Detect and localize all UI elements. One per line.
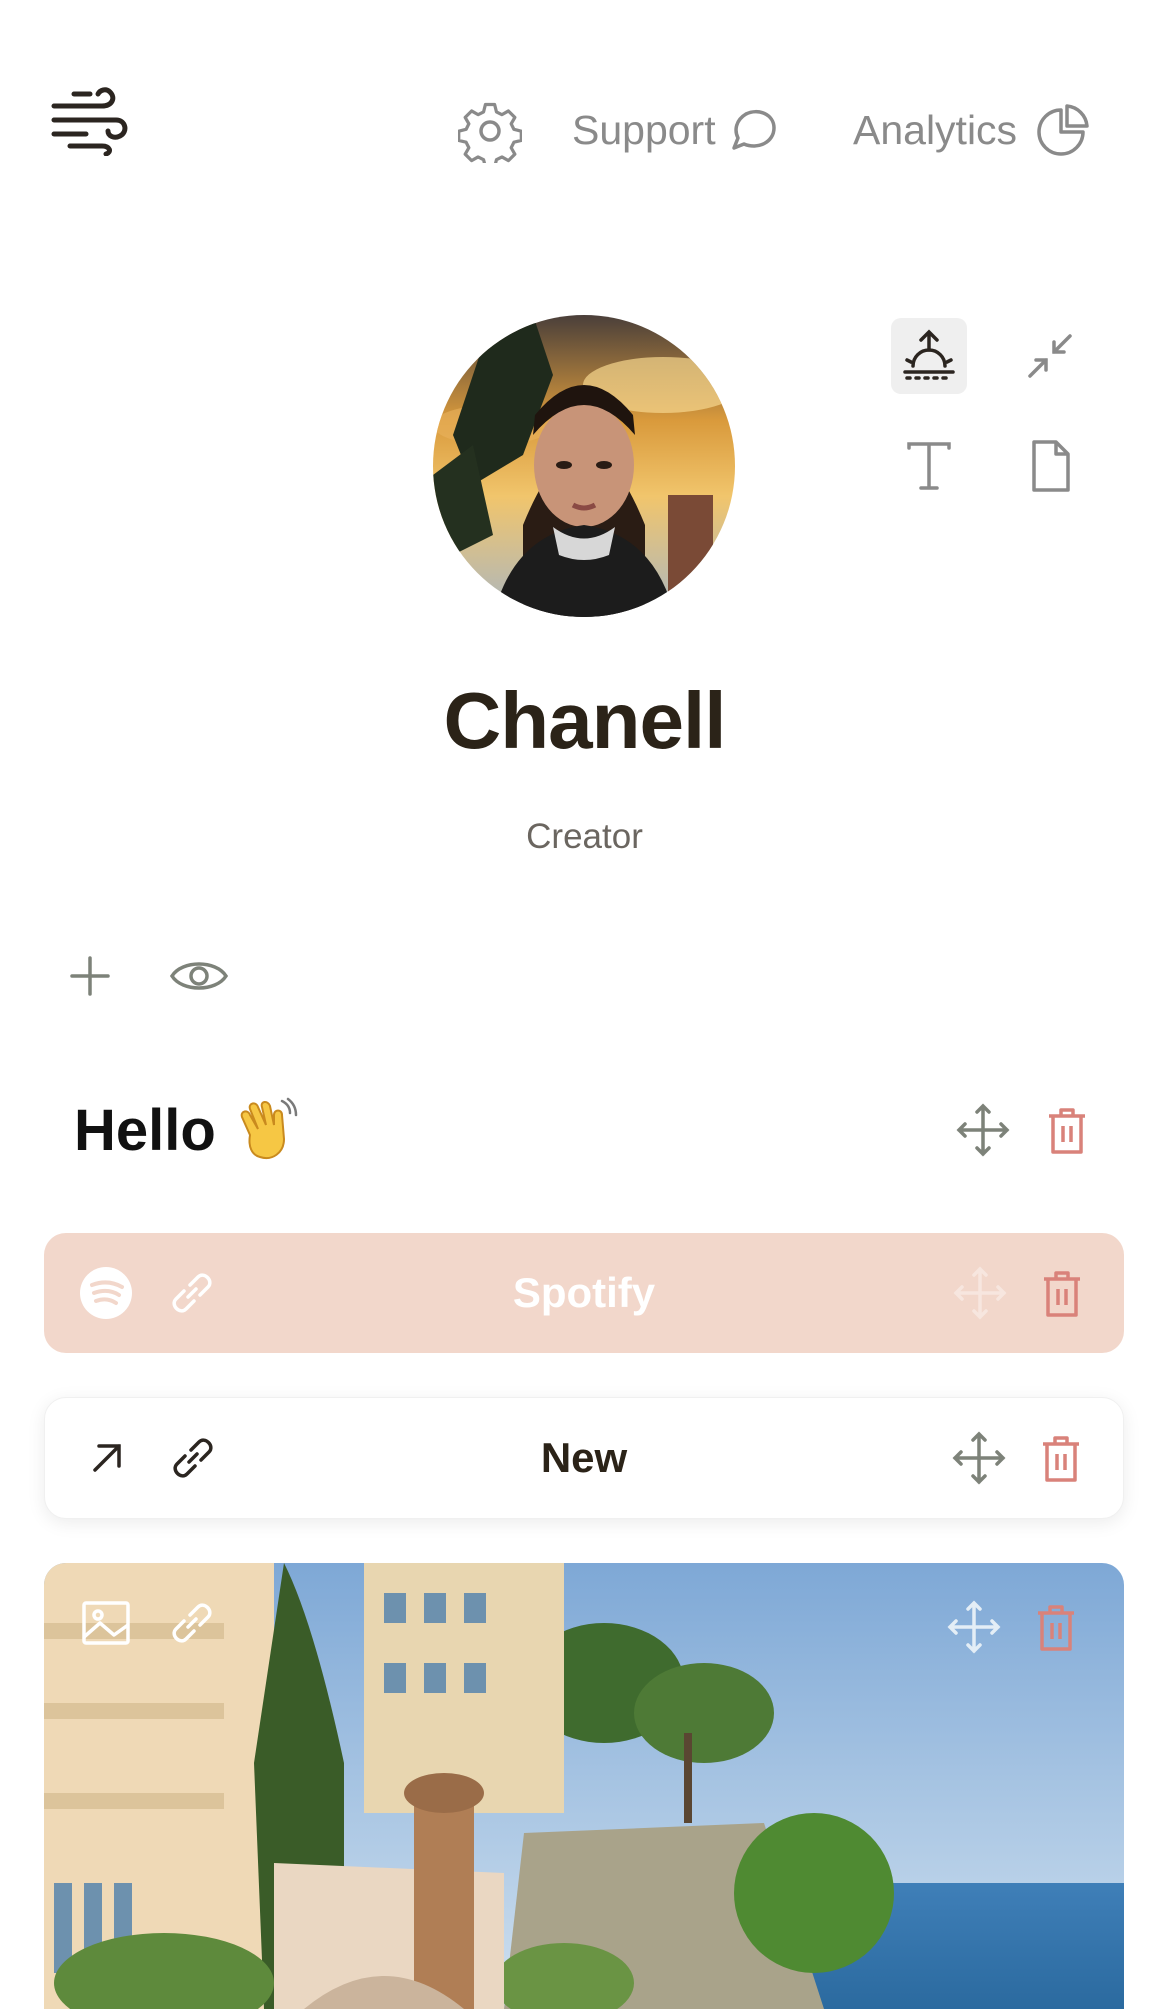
add-block-button[interactable]	[62, 948, 118, 1004]
spotify-icon	[80, 1267, 132, 1319]
trash-icon[interactable]	[1034, 1265, 1090, 1321]
trash-icon[interactable]	[1033, 1430, 1089, 1486]
preview-button[interactable]	[168, 948, 230, 1004]
support-label: Support	[572, 106, 716, 153]
collapse-icon	[1028, 334, 1072, 378]
pie-chart-icon	[1037, 104, 1089, 156]
move-icon[interactable]	[951, 1430, 1007, 1486]
hello-controls	[955, 1102, 1095, 1158]
image-icon[interactable]	[78, 1595, 134, 1651]
top-bar: Support Analytics	[0, 0, 1169, 200]
sunrise-icon	[903, 329, 955, 380]
move-icon[interactable]	[952, 1265, 1008, 1321]
move-icon[interactable]	[955, 1102, 1011, 1158]
image-block-card[interactable]	[44, 1563, 1124, 2009]
text-icon	[907, 442, 951, 490]
theme-tool-button[interactable]	[891, 318, 967, 394]
arrow-up-right-icon[interactable]	[79, 1430, 135, 1486]
profile-role[interactable]: Creator	[0, 817, 1169, 857]
move-icon[interactable]	[946, 1599, 1002, 1655]
link-icon[interactable]	[164, 1265, 220, 1321]
gear-icon[interactable]	[457, 99, 523, 169]
plus-icon	[70, 956, 110, 996]
eye-icon	[169, 962, 229, 990]
chat-bubble-icon	[731, 109, 776, 150]
file-icon	[1032, 440, 1070, 492]
link-icon[interactable]	[165, 1430, 221, 1486]
analytics-link[interactable]: Analytics	[853, 100, 1091, 160]
wind-logo-icon[interactable]	[50, 84, 130, 157]
waving-hand-icon	[240, 1097, 298, 1159]
spotify-link-card[interactable]: Spotify	[44, 1233, 1124, 1353]
support-link[interactable]: Support	[572, 100, 780, 160]
collapse-tool-button[interactable]	[1012, 318, 1088, 394]
file-tool-button[interactable]	[1012, 428, 1088, 504]
avatar[interactable]	[433, 315, 735, 617]
new-link-card[interactable]: New	[44, 1397, 1124, 1519]
profile-name[interactable]: Chanell	[0, 675, 1169, 767]
text-tool-button[interactable]	[891, 428, 967, 504]
link-icon[interactable]	[164, 1595, 220, 1651]
trash-icon[interactable]	[1039, 1102, 1095, 1158]
hello-block[interactable]: Hello	[74, 1090, 302, 1170]
analytics-label: Analytics	[853, 106, 1018, 153]
trash-icon[interactable]	[1028, 1599, 1084, 1655]
hello-text: Hello	[74, 1097, 216, 1163]
